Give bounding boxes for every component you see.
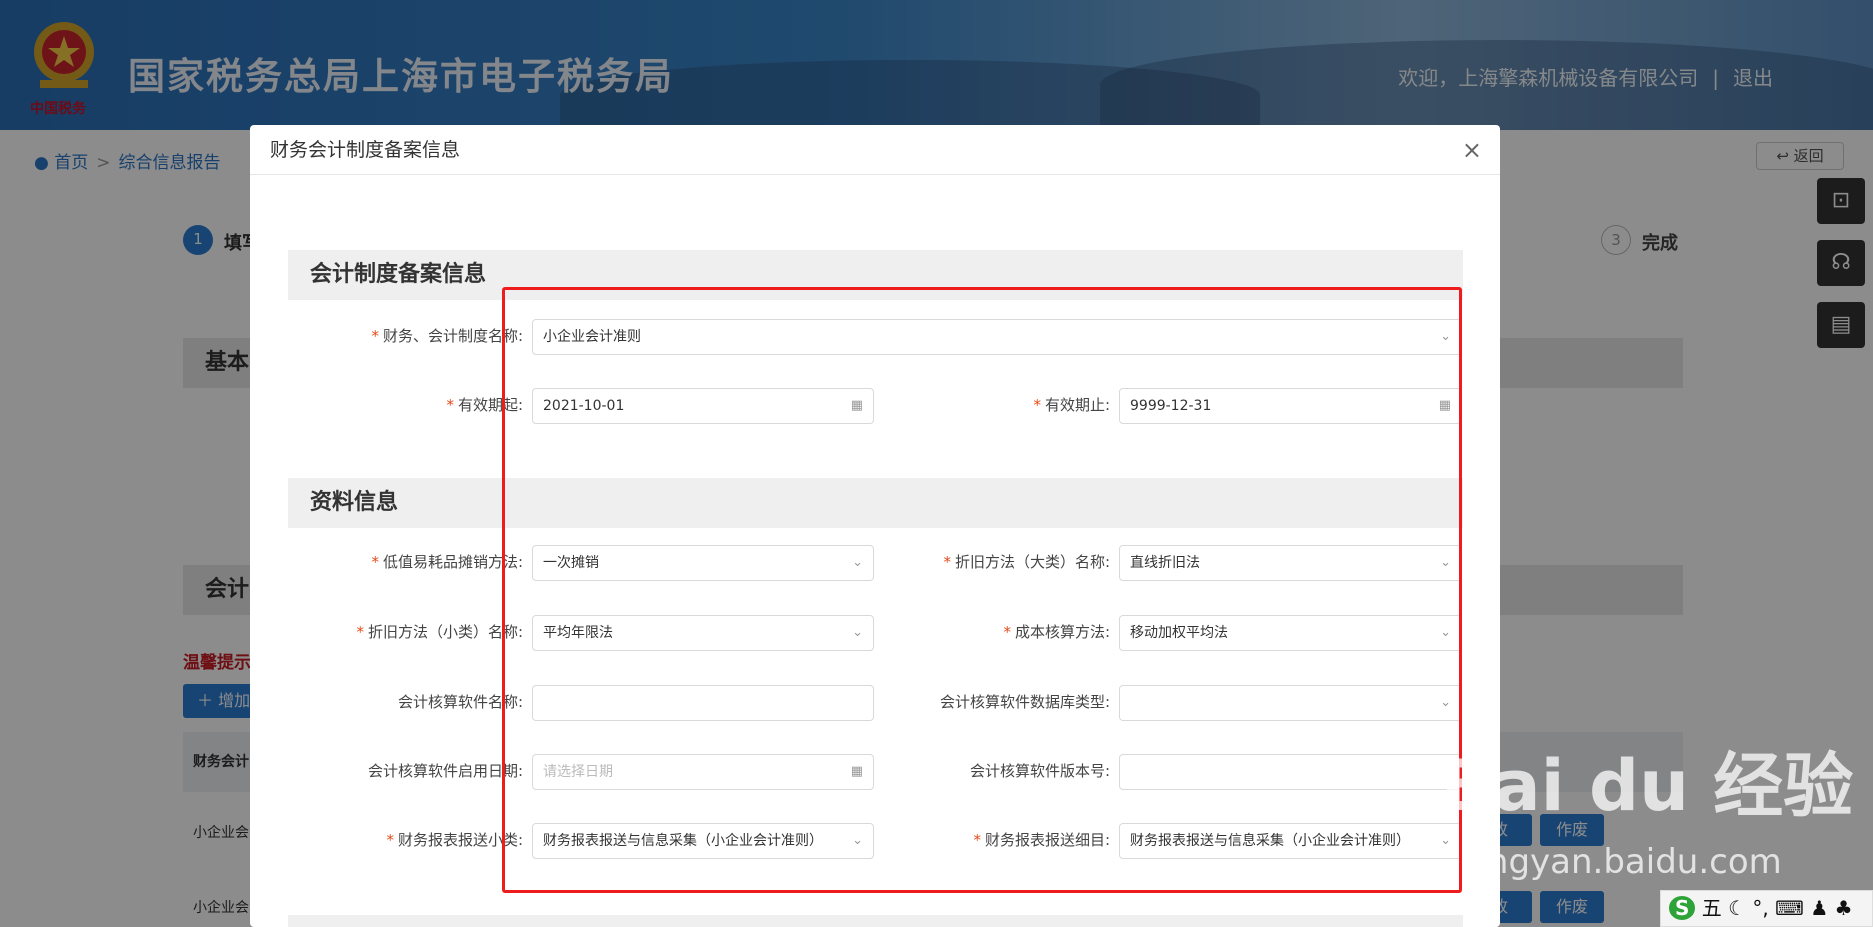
ime-toolbar[interactable]: S 五 ☾ °, ⌨ ♟ ♣ ⋮ (1660, 890, 1873, 927)
valid-from-label: * 有效期起: (446, 396, 523, 414)
ime-status: 五 ☾ °, ⌨ ♟ ♣ ⋮ (1701, 896, 1853, 920)
next-section-band (288, 915, 1463, 927)
modal-title: 财务会计制度备案信息 (270, 139, 461, 161)
baidu-watermark-url: jingyan.baidu.com (1468, 842, 1782, 882)
start-date-label: 会计核算软件启用日期: (367, 762, 523, 780)
modal-header: 财务会计制度备案信息 × (250, 125, 1500, 175)
dep-minor-label: * 折旧方法（小类）名称: (356, 623, 523, 641)
baidu-watermark: Bai du 经验 (1440, 745, 1854, 827)
report-sub-label: * 财务报表报送小类: (386, 831, 523, 849)
highlight-annotation (502, 287, 1462, 893)
system-name-label: * 财务、会计制度名称: (371, 327, 523, 345)
sogou-logo-icon: S (1669, 896, 1696, 920)
low-value-label: * 低值易耗品摊销方法: (371, 553, 523, 571)
close-icon[interactable]: × (1462, 125, 1482, 175)
software-name-label: 会计核算软件名称: (397, 693, 523, 711)
